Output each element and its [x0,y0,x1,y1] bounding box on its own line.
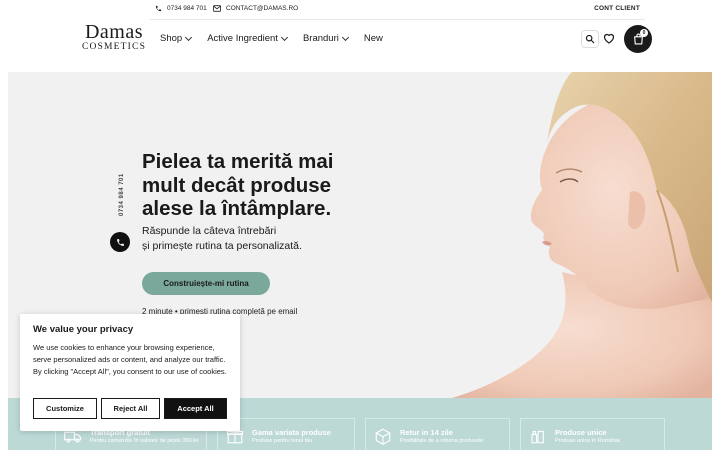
accept-all-button[interactable]: Accept All [164,398,227,419]
main-nav: Shop Active Ingredient Branduri New [160,33,383,44]
feature-desc: Pentru comenzile în valoare de peste 350… [90,438,199,444]
phone-icon [155,5,162,12]
cart-button[interactable] [624,25,652,53]
hero-title-line: alese la întâmplare. [142,197,332,220]
nav-item-label: Active Ingredient [207,33,278,44]
feature-unique-products: Produse unice Produse unice în România [520,418,665,450]
logo[interactable]: Damas COSMETICS [79,20,149,52]
feature-title: Retur in 14 zile [400,428,453,437]
topbar-phone-text: 0734 984 701 [167,5,207,12]
nav-item-new[interactable]: New [364,33,383,44]
feature-title: Produse unice [555,428,607,437]
build-routine-button[interactable]: Construiește-mi rutina [142,272,270,295]
hero-model-image [452,72,712,398]
cookie-text: We use cookies to enhance your browsing … [33,343,227,376]
nav-item-label: Shop [160,33,183,44]
hero-title: Pielea ta merită mai mult decât produse … [142,150,372,221]
chevron-down-icon [280,33,288,41]
customize-button[interactable]: Customize [33,398,97,419]
search-icon [585,34,595,44]
chevron-down-icon [185,33,193,41]
feature-desc: Produse pentru tenul tău [252,438,313,444]
hero-title-line: Pielea ta merită mai [142,150,334,173]
nav-item-label: New [363,33,383,44]
wishlist-button[interactable] [602,31,616,46]
topbar-email[interactable]: CONTACT@DAMAS.RO [213,5,298,12]
return-box-icon [375,428,391,445]
hero-subtitle: Răspunde la câteva întrebări și primește… [142,224,302,254]
hero-subtitle-line: și primește rutina ta personalizată. [142,240,302,252]
search-button[interactable] [581,30,599,48]
logo-wordmark: Damas [84,21,144,43]
products-icon [531,430,544,444]
nav-item-branduri[interactable]: Branduri [302,33,349,44]
reject-all-button[interactable]: Reject All [101,398,160,419]
nav-item-shop[interactable]: Shop [160,33,193,44]
hero-subtitle-line: Răspunde la câteva întrebări [142,225,277,237]
feature-returns: Retur in 14 zile Posibilitate de a retur… [365,418,510,450]
nav-item-label: Branduri [302,33,339,44]
phone-icon [116,238,124,246]
feature-title: Gama variata produse [252,428,331,437]
cookie-title: We value your privacy [33,324,134,335]
topbar-phone[interactable]: 0734 984 701 [155,5,207,12]
topbar-email-text: CONTACT@DAMAS.RO [226,5,299,12]
cart-count-badge: 0 [640,29,648,37]
top-bar: 0734 984 701 CONTACT@DAMAS.RO CONT CLIEN… [0,0,720,20]
feature-desc: Posibilitate de a returna produsele [400,438,484,444]
hero-title-line: mult decât produse [142,173,332,197]
account-link[interactable]: CONT CLIENT [594,5,640,12]
cookie-consent-dialog: We value your privacy We use cookies to … [20,314,240,431]
divider [150,19,645,20]
feature-desc: Produse unice în România [555,438,620,444]
logo-subtitle: COSMETICS [81,42,147,52]
nav-item-active-ingredient[interactable]: Active Ingredient [207,33,288,44]
call-button[interactable] [110,232,130,252]
chevron-down-icon [341,33,349,41]
mail-icon [213,5,221,12]
heart-icon [603,33,615,44]
hero-vertical-phone[interactable]: 0734 984 701 [119,173,125,216]
